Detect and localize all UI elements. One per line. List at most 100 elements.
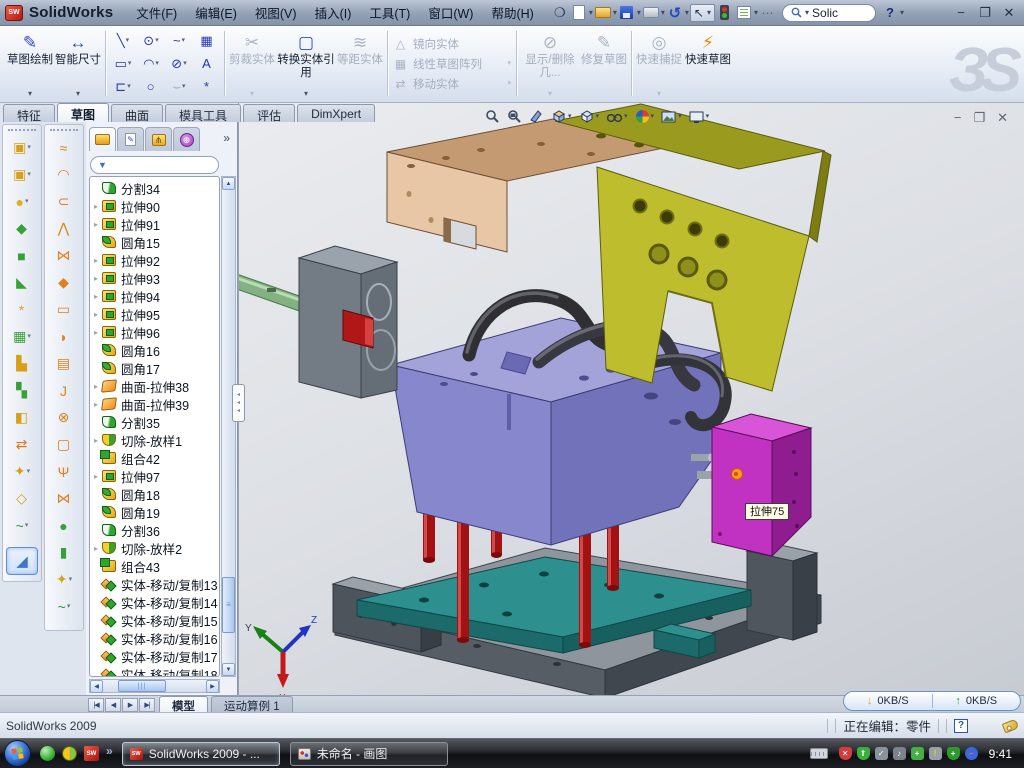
extend-surface-icon[interactable]: J: [60, 381, 68, 400]
selection-filter-icon[interactable]: [716, 3, 734, 23]
radiate-surface-icon[interactable]: ◗: [59, 327, 68, 346]
start-button[interactable]: [4, 740, 31, 767]
minimize-button[interactable]: −: [951, 5, 971, 21]
display-delete-relations-button[interactable]: ⊘ 显示/删除几... ▾: [520, 28, 580, 99]
ruled-surface-icon[interactable]: ⋈: [57, 489, 72, 508]
command-caret[interactable]: ▾: [548, 89, 552, 99]
save-caret[interactable]: ▾: [637, 9, 641, 17]
tree-item[interactable]: 分割35: [91, 413, 219, 431]
command-caret[interactable]: ▾: [304, 89, 308, 99]
configurationmanager-tab[interactable]: ⋔: [145, 127, 172, 151]
move-entities-button[interactable]: ⇄ 移动实体 ▾: [393, 76, 511, 92]
lofted-surface-icon[interactable]: ⋀: [58, 219, 70, 238]
search-box[interactable]: ▾ Solic: [782, 4, 876, 22]
tree-item[interactable]: ▸ 拉伸94: [91, 287, 219, 305]
featuremanager-tab[interactable]: [89, 127, 116, 151]
messenger-icon[interactable]: [40, 746, 55, 761]
select-tool[interactable]: ↖▾: [690, 4, 715, 22]
antivirus-shield-icon[interactable]: ✕: [839, 747, 852, 760]
expand-arrow[interactable]: ▸: [91, 220, 101, 229]
planar-surface-icon[interactable]: ◆: [58, 273, 70, 292]
sketch-line[interactable]: ╲▾: [109, 29, 137, 52]
tree-vertical-scrollbar[interactable]: ▲ ≡ ▼: [221, 176, 236, 677]
menu-item[interactable]: 视图(V): [246, 0, 306, 26]
menu-item[interactable]: 插入(I): [306, 0, 361, 26]
mirror-icon[interactable]: ▙: [16, 354, 28, 373]
panel-overflow-button[interactable]: »: [219, 127, 234, 152]
smart-dimension-button[interactable]: ↔ 智能尺寸 ▾: [54, 28, 102, 99]
sketch-point[interactable]: *: [193, 75, 221, 98]
expand-arrow[interactable]: ▸: [91, 382, 101, 391]
appearance-icon[interactable]: ▾: [635, 109, 655, 124]
knit-surface-icon[interactable]: ▤: [57, 354, 71, 373]
horizontal-scroll-thumb[interactable]: |||: [118, 680, 166, 692]
health-icon[interactable]: +: [911, 747, 924, 760]
surface-reference-icon[interactable]: ✦▾: [56, 570, 72, 589]
undo-button[interactable]: ↺: [666, 3, 684, 23]
section-view-icon[interactable]: [529, 109, 544, 124]
tree-filter-input[interactable]: ▼: [90, 156, 219, 174]
sketch-polygon[interactable]: ○: [137, 75, 165, 98]
tab-features[interactable]: 特征: [3, 104, 55, 122]
tab-dimxpert[interactable]: DimXpert: [297, 104, 375, 122]
tree-horizontal-scrollbar[interactable]: ◀ ||| ▶: [89, 679, 220, 693]
convert-entities-button[interactable]: ▢ 转换实体引用 ▾: [276, 28, 336, 99]
update-check-icon[interactable]: ✓: [875, 747, 888, 760]
tree-item[interactable]: 实体-移动/复制17: [91, 647, 219, 665]
sketch-picture[interactable]: ▦: [193, 29, 221, 52]
zoom-area-icon[interactable]: [507, 109, 522, 124]
task-paint[interactable]: 未命名 - 画图: [290, 742, 448, 766]
tree-item[interactable]: 实体-移动/复制15: [91, 611, 219, 629]
menu-item[interactable]: 帮助(H): [482, 0, 542, 26]
open-button[interactable]: [594, 3, 612, 23]
doc-restore-button[interactable]: ❐: [973, 111, 985, 124]
last-tab-button[interactable]: ▶|: [139, 698, 155, 712]
tree-item[interactable]: ▸ 拉伸90: [91, 197, 219, 215]
sketch-arc[interactable]: ◠▾: [137, 52, 165, 75]
tab-surfaces[interactable]: 曲面: [111, 104, 163, 122]
tree-item[interactable]: 圆角17: [91, 359, 219, 377]
revolved-surface-icon[interactable]: ◠: [57, 165, 70, 184]
sketch-button[interactable]: ✎ 草图绘制 ▾: [6, 28, 54, 99]
volume-icon[interactable]: ♪: [893, 747, 906, 760]
sketch-rectangle[interactable]: ▭▾: [109, 52, 137, 75]
shell-icon[interactable]: ■: [17, 246, 26, 265]
doc-close-button[interactable]: ✕: [997, 111, 1008, 124]
tab-evaluate[interactable]: 评估: [243, 104, 295, 122]
display-style-icon[interactable]: ▾: [579, 109, 600, 124]
network-speed-monitor[interactable]: ↓0KB/S ↑0KB/S: [843, 691, 1021, 711]
tree-item[interactable]: ▸ 曲面-拉伸38: [91, 377, 219, 395]
boundary-surface-icon[interactable]: ⋈: [57, 246, 72, 265]
expand-arrow[interactable]: ▸: [91, 256, 101, 265]
print-caret[interactable]: ▾: [661, 9, 665, 17]
part-right-rail[interactable]: [747, 543, 817, 640]
speedup-shield-icon[interactable]: ⇑: [857, 747, 870, 760]
tab-motion-study-1[interactable]: 运动算例 1: [211, 696, 293, 712]
menu-item[interactable]: 工具(T): [360, 0, 419, 26]
command-caret[interactable]: ▾: [28, 89, 32, 99]
3d-model-view[interactable]: Y Z X: [239, 103, 1024, 695]
hide-show-items-icon[interactable]: ▾: [606, 110, 628, 124]
tree-item[interactable]: 分割36: [91, 521, 219, 539]
trim-surface-icon[interactable]: ⊗: [58, 408, 71, 427]
restore-button[interactable]: ❐: [975, 5, 995, 21]
tree-item[interactable]: 圆角16: [91, 341, 219, 359]
doc-minimize-button[interactable]: −: [954, 111, 962, 124]
expand-arrow[interactable]: ▸: [91, 400, 101, 409]
rib-icon[interactable]: ◆: [16, 219, 28, 238]
tree-item[interactable]: 分割34: [91, 179, 219, 197]
surface-curve-icon[interactable]: ~▾: [58, 597, 71, 616]
reference-geometry-icon[interactable]: ✦▾: [14, 462, 30, 481]
close-button[interactable]: ✕: [999, 5, 1019, 21]
first-tab-button[interactable]: |◀: [88, 698, 104, 712]
sketch-spline[interactable]: ~▾: [165, 29, 193, 52]
vertical-scroll-thumb[interactable]: ≡: [222, 577, 235, 633]
menu-item[interactable]: 编辑(E): [186, 0, 246, 26]
undo-caret[interactable]: ▾: [685, 9, 689, 17]
scene-icon[interactable]: ▾: [661, 110, 682, 124]
expand-arrow[interactable]: ▸: [91, 310, 101, 319]
hole-wizard-icon[interactable]: *: [19, 300, 25, 319]
tag-icon[interactable]: [1002, 718, 1020, 733]
linear-pattern-icon[interactable]: ▦▾: [13, 327, 31, 346]
tab-model[interactable]: 模型: [159, 696, 208, 712]
